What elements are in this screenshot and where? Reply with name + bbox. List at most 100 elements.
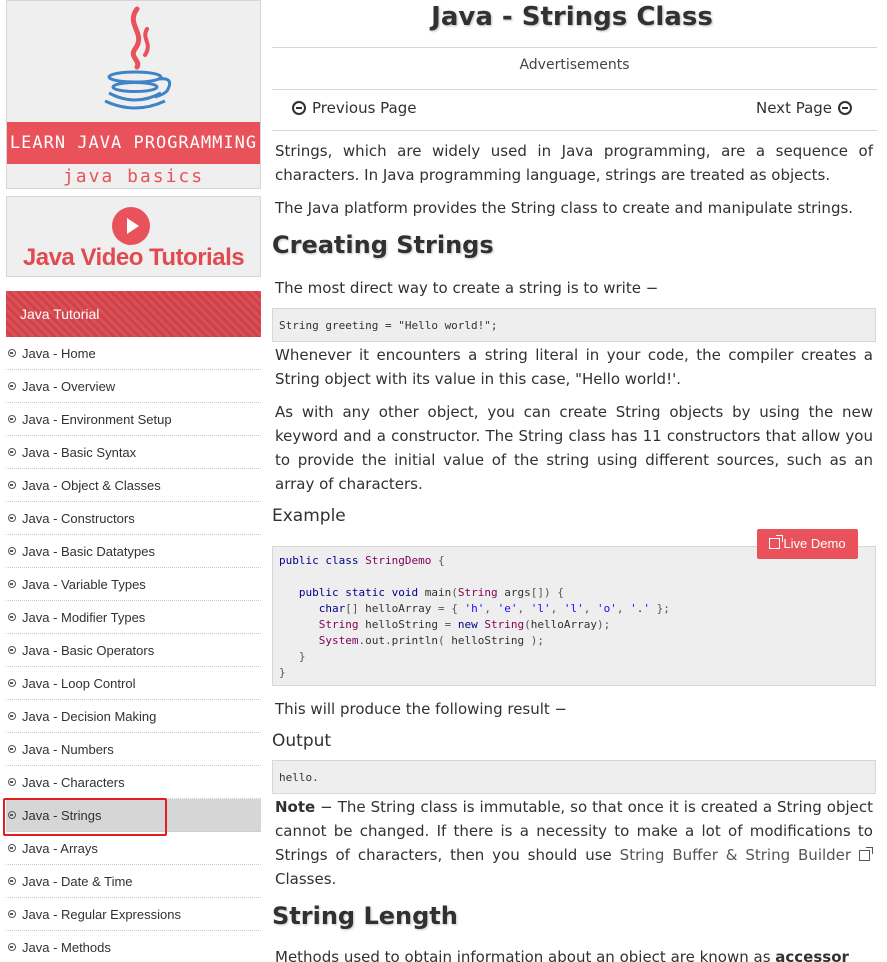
accessor-term: accessor (775, 948, 849, 962)
bullet-icon (8, 877, 16, 885)
sidebar-item-decision-making[interactable]: Java - Decision Making (6, 700, 261, 733)
learn-java-banner[interactable]: LEARN JAVA PROGRAMMING java basics (6, 0, 261, 189)
sidebar-item-characters[interactable]: Java - Characters (6, 766, 261, 799)
java-logo-icon (104, 6, 172, 110)
next-page-label: Next Page (756, 99, 833, 117)
sidebar-item-label: Java - Arrays (22, 840, 98, 856)
bullet-icon (8, 679, 16, 687)
code-line: String helloString = new String(helloArr… (318, 618, 611, 631)
sidebar-item-label: Java - Constructors (22, 510, 135, 526)
bullet-icon (8, 481, 16, 489)
length-paragraph: Methods used to obtain information about… (275, 945, 873, 962)
sidebar-item-label: Java - Modifier Types (22, 609, 146, 625)
bullet-icon (8, 745, 16, 753)
sidebar-item-variable-types[interactable]: Java - Variable Types (6, 568, 261, 601)
intro-paragraph: Strings, which are widely used in Java p… (275, 142, 873, 184)
sidebar-item-label: Java - Overview (22, 378, 116, 394)
video-banner-label: Java Video Tutorials (22, 244, 245, 271)
sidebar-item-label: Java - Date & Time (22, 873, 133, 889)
bullet-icon (8, 613, 16, 621)
bullet-icon (8, 349, 16, 357)
code-block-output[interactable]: hello. (272, 760, 876, 794)
previous-page-link[interactable]: Previous Page (292, 99, 416, 117)
sidebar-section-header: Java Tutorial (6, 291, 261, 337)
sidebar-item-object-classes[interactable]: Java - Object & Classes (6, 469, 261, 502)
sidebar-item-label: Java - Regular Expressions (22, 906, 181, 922)
sidebar-item-regular-expressions[interactable]: Java - Regular Expressions (6, 898, 261, 931)
sidebar-item-methods[interactable]: Java - Methods (6, 931, 261, 962)
sidebar-item-label: Java - Loop Control (22, 675, 136, 691)
sidebar-item-label: Java - Basic Datatypes (22, 543, 155, 559)
sidebar-item-label: Java - Object & Classes (22, 477, 161, 493)
sidebar-item-strings[interactable]: Java - Strings (6, 799, 261, 832)
sidebar-item-arrays[interactable]: Java - Arrays (6, 832, 261, 865)
sidebar-item-label: Java - Characters (22, 774, 125, 790)
heading-example: Example (272, 506, 346, 526)
external-link-icon (769, 535, 784, 549)
note-text-end: Classes. (275, 870, 337, 888)
sidebar-item-numbers[interactable]: Java - Numbers (6, 733, 261, 766)
banner-subtitle: java basics (62, 166, 205, 187)
external-link-icon (858, 847, 873, 861)
banner-title: LEARN JAVA PROGRAMMING (7, 122, 260, 164)
sidebar-item-label: Java - Decision Making (22, 708, 157, 724)
string-buffer-link[interactable]: String Buffer & String Builder (620, 846, 873, 864)
bullet-icon (8, 646, 16, 654)
sidebar-item-basic-operators[interactable]: Java - Basic Operators (6, 634, 261, 667)
code-block-greeting[interactable]: String greeting = "Hello world!"; (272, 308, 876, 342)
bullet-icon (8, 547, 16, 555)
code-line: } (279, 666, 286, 679)
sidebar-item-modifier-types[interactable]: Java - Modifier Types (6, 601, 261, 634)
code-line: public static void main(String args[]) { (298, 586, 564, 599)
code-line: hello. (279, 771, 319, 784)
divider (272, 89, 877, 90)
arrow-right-circle-icon (838, 101, 853, 115)
bullet-icon (8, 514, 16, 522)
sidebar-item-overview[interactable]: Java - Overview (6, 370, 261, 403)
creating-paragraph-3: As with any other object, you can create… (275, 403, 873, 493)
next-page-link[interactable]: Next Page (756, 99, 853, 117)
sidebar-item-label: Java - Variable Types (22, 576, 146, 592)
page-title: Java - Strings Class (431, 2, 713, 32)
length-text: Methods used to obtain information about… (275, 948, 776, 962)
creating-paragraph-2: Whenever it encounters a string literal … (275, 346, 873, 388)
code-line: char[] helloArray = { 'h', 'e', 'l', 'l'… (318, 602, 670, 615)
sidebar-item-label: Java - Methods (22, 939, 111, 955)
bullet-icon (8, 382, 16, 390)
sidebar-item-constructors[interactable]: Java - Constructors (6, 502, 261, 535)
advertisements-label: Advertisements (519, 57, 630, 73)
sidebar-item-label: Java - Numbers (22, 741, 114, 757)
sidebar-item-environment-setup[interactable]: Java - Environment Setup (6, 403, 261, 436)
bullet-icon (8, 778, 16, 786)
divider (272, 130, 877, 131)
sidebar-item-date-time[interactable]: Java - Date & Time (6, 865, 261, 898)
bullet-icon (8, 844, 16, 852)
code-line: System.out.println( helloString ); (318, 634, 544, 647)
heading-creating-strings: Creating Strings (272, 231, 494, 259)
sidebar-item-label: Java - Basic Syntax (22, 444, 137, 460)
bullet-icon (8, 943, 16, 951)
note-paragraph: Note − The String class is immutable, so… (275, 795, 873, 891)
sidebar-item-loop-control[interactable]: Java - Loop Control (6, 667, 261, 700)
sidebar-menu: Java - Home Java - Overview Java - Envir… (6, 337, 261, 962)
result-intro: This will produce the following result − (275, 700, 568, 718)
bullet-icon (8, 580, 16, 588)
live-demo-button[interactable]: Live Demo (757, 529, 858, 559)
divider (272, 47, 877, 48)
sidebar-item-label: Java - Home (22, 345, 96, 361)
sidebar-item-basic-syntax[interactable]: Java - Basic Syntax (6, 436, 261, 469)
sidebar-item-basic-datatypes[interactable]: Java - Basic Datatypes (6, 535, 261, 568)
bullet-icon (8, 415, 16, 423)
main-content: Java - Strings Class Advertisements Prev… (272, 0, 877, 962)
code-line: } (298, 650, 306, 663)
bullet-icon (8, 910, 16, 918)
string-buffer-link-label: String Buffer & String Builder (619, 846, 852, 864)
sidebar-item-label: Java - Environment Setup (22, 411, 172, 427)
code-block-example[interactable]: public class StringDemo { public static … (272, 546, 876, 686)
bullet-icon (8, 811, 16, 819)
sidebar-item-home[interactable]: Java - Home (6, 337, 261, 370)
sidebar-item-label: Java - Basic Operators (22, 642, 155, 658)
heading-string-length: String Length (272, 902, 458, 930)
video-tutorials-banner[interactable]: Java Video Tutorials (6, 196, 261, 277)
